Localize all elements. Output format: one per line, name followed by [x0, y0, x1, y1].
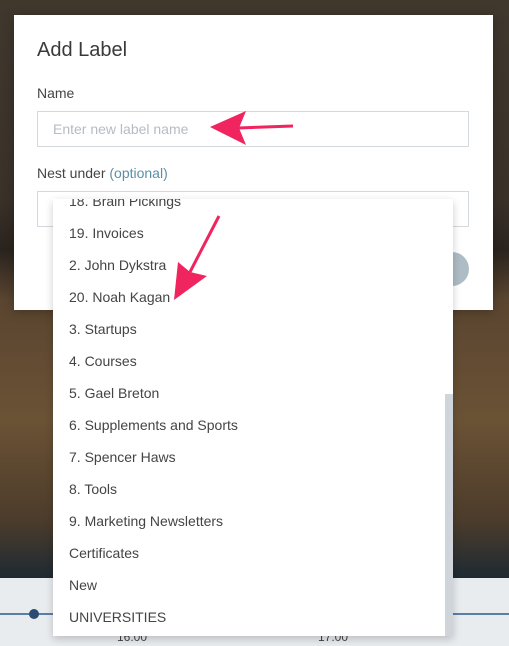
- dropdown-option[interactable]: 6. Supplements and Sports: [53, 409, 445, 441]
- dropdown-option[interactable]: UNIVERSITIES: [53, 601, 445, 633]
- dropdown-list: 18. Brain Pickings 19. Invoices 2. John …: [53, 199, 445, 633]
- dropdown-option[interactable]: 18. Brain Pickings: [53, 199, 445, 217]
- name-field-label: Name: [37, 85, 75, 101]
- dropdown-option[interactable]: 19. Invoices: [53, 217, 445, 249]
- dropdown-option[interactable]: 7. Spencer Haws: [53, 441, 445, 473]
- label-name-input[interactable]: [37, 111, 469, 147]
- dropdown-option[interactable]: Certificates: [53, 537, 445, 569]
- dialog-title: Add Label: [37, 39, 128, 61]
- dropdown-option[interactable]: 2. John Dykstra: [53, 249, 445, 281]
- dropdown-option[interactable]: 8. Tools: [53, 473, 445, 505]
- dropdown-option[interactable]: 9. Marketing Newsletters: [53, 505, 445, 537]
- dropdown-option[interactable]: 4. Courses: [53, 345, 445, 377]
- dropdown-option[interactable]: 3. Startups: [53, 313, 445, 345]
- dropdown-option[interactable]: New: [53, 569, 445, 601]
- nest-under-text: Nest under: [37, 165, 106, 181]
- dropdown-option[interactable]: 20. Noah Kagan: [53, 281, 445, 313]
- timeline-marker: [29, 609, 39, 619]
- dropdown-scrollbar-thumb[interactable]: [445, 394, 453, 636]
- nest-under-label: Nest under (optional): [37, 165, 168, 181]
- nest-under-dropdown[interactable]: 18. Brain Pickings 19. Invoices 2. John …: [53, 199, 453, 636]
- optional-hint: (optional): [109, 165, 168, 181]
- dropdown-option[interactable]: 5. Gael Breton: [53, 377, 445, 409]
